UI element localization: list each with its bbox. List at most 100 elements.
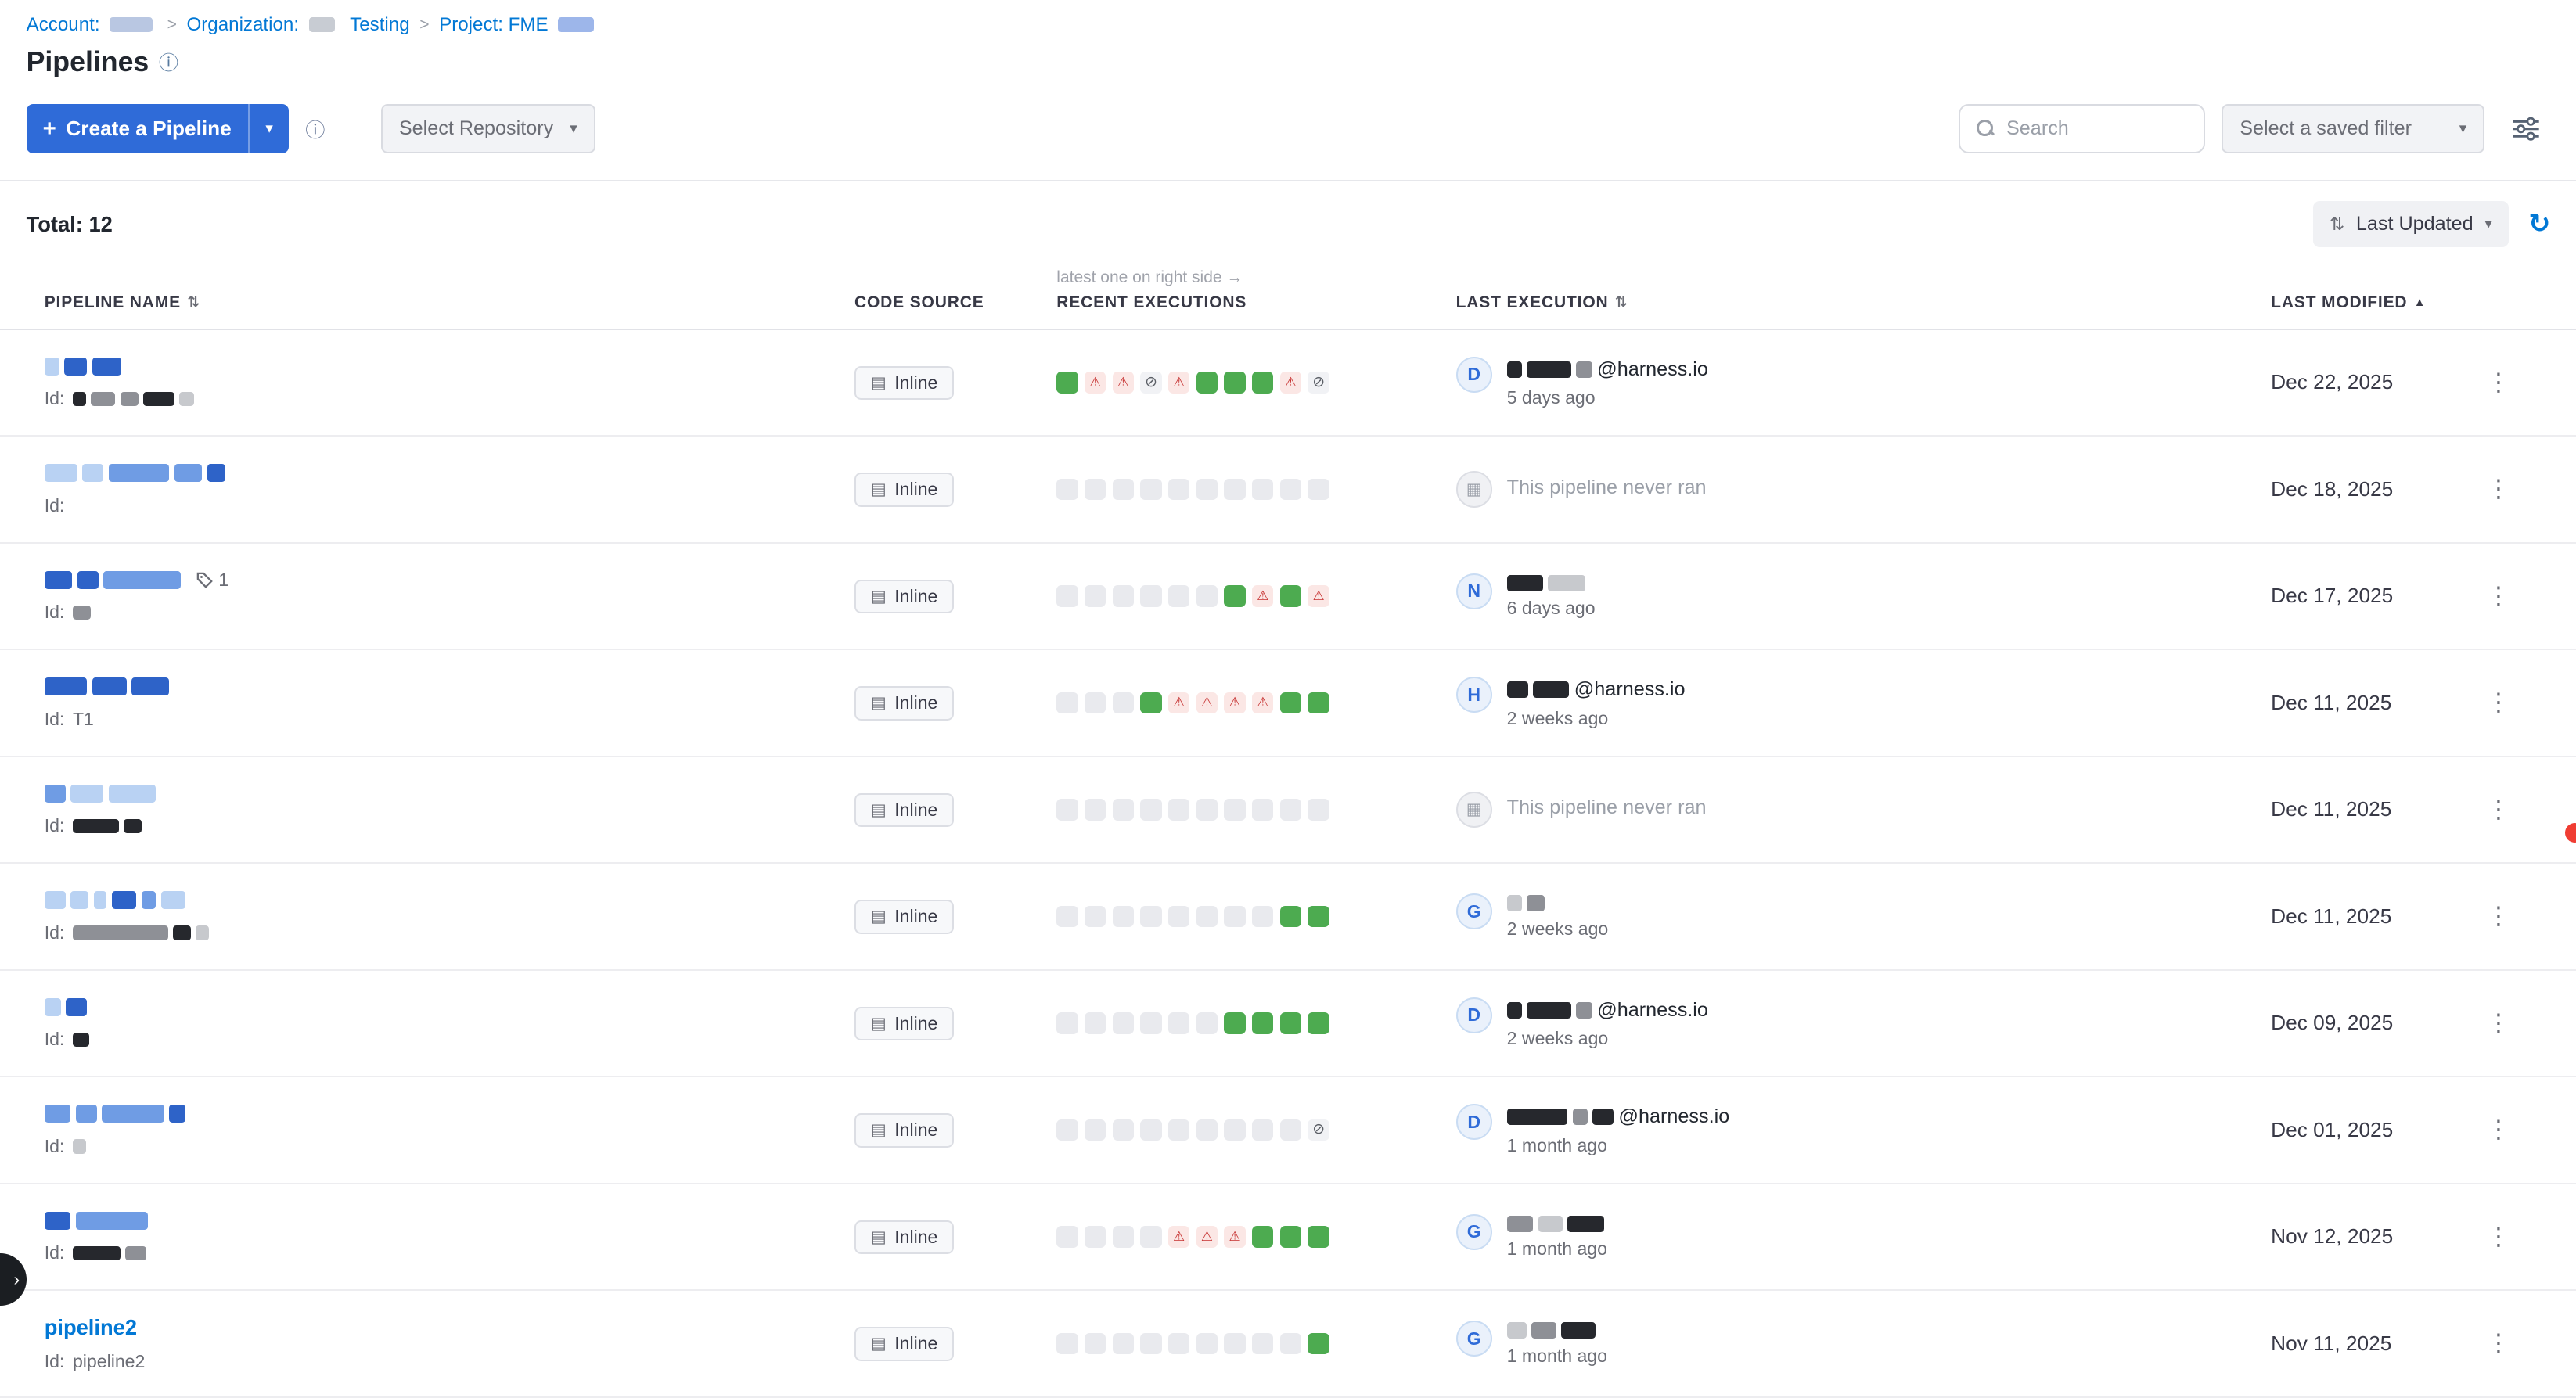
pipeline-name[interactable]	[45, 355, 854, 376]
execution-success-icon[interactable]	[1140, 692, 1161, 713]
chevron-down-icon: ▾	[2459, 120, 2466, 138]
row-menu-icon[interactable]: ⋮	[2486, 688, 2510, 716]
pipeline-name[interactable]	[45, 676, 854, 697]
execution-empty-slot	[1252, 1333, 1273, 1354]
execution-failed-icon[interactable]: ⚠	[1085, 372, 1106, 393]
redacted-text	[1576, 361, 1592, 378]
sort-dropdown[interactable]: ⇅ Last Updated ▾	[2313, 201, 2509, 247]
row-menu-icon[interactable]: ⋮	[2486, 368, 2510, 396]
header-last-execution[interactable]: LAST EXECUTION ⇅	[1456, 293, 2272, 312]
page-info-icon[interactable]: ⓘ	[159, 48, 178, 76]
execution-failed-icon[interactable]: ⚠	[1224, 692, 1245, 713]
execution-failed-icon[interactable]: ⚠	[1196, 692, 1218, 713]
execution-empty-slot	[1196, 1012, 1218, 1033]
header-last-modified[interactable]: LAST MODIFIED ▲	[2271, 293, 2486, 312]
row-menu-icon[interactable]: ⋮	[2486, 1222, 2510, 1250]
execution-failed-icon[interactable]: ⚠	[1280, 372, 1301, 393]
sort-asc-icon[interactable]: ▲	[2414, 296, 2426, 309]
breadcrumb-link[interactable]: Account:	[27, 13, 100, 36]
row-menu-icon[interactable]: ⋮	[2486, 901, 2510, 929]
sort-both-icon[interactable]: ⇅	[1615, 293, 1628, 311]
execution-success-icon[interactable]	[1224, 1012, 1245, 1033]
execution-success-icon[interactable]	[1280, 1226, 1301, 1247]
execution-success-icon[interactable]	[1308, 1333, 1329, 1354]
pipeline-name[interactable]: 1	[45, 569, 854, 590]
create-pipeline-button[interactable]: + Create a Pipeline	[27, 104, 248, 153]
inline-source-icon: ▤	[871, 587, 887, 606]
table-row[interactable]: Id:▤InlineD@harness.io2 weeks agoDec 09,…	[0, 971, 2576, 1078]
saved-filter-dropdown[interactable]: Select a saved filter ▾	[2222, 104, 2484, 153]
execution-empty-slot	[1113, 1012, 1134, 1033]
table-row[interactable]: pipeline2Id: pipeline2▤InlineG1 month ag…	[0, 1291, 2576, 1398]
execution-failed-icon[interactable]: ⚠	[1252, 692, 1273, 713]
table-row[interactable]: Id:▤InlineG2 weeks agoDec 11, 2025⋮	[0, 864, 2576, 971]
execution-success-icon[interactable]	[1308, 692, 1329, 713]
execution-failed-icon[interactable]: ⚠	[1196, 1226, 1218, 1247]
execution-success-icon[interactable]	[1280, 692, 1301, 713]
row-menu-icon[interactable]: ⋮	[2486, 1115, 2510, 1143]
table-row[interactable]: Id:▤Inline⊘D@harness.io1 month agoDec 01…	[0, 1077, 2576, 1184]
select-repository-dropdown[interactable]: Select Repository ▾	[381, 104, 595, 153]
execution-success-icon[interactable]	[1280, 585, 1301, 606]
execution-success-icon[interactable]	[1196, 372, 1218, 393]
table-row[interactable]: Id:▤Inline⚠⚠⚠G1 month agoNov 12, 2025⋮	[0, 1184, 2576, 1292]
sort-both-icon[interactable]: ⇅	[187, 293, 200, 311]
breadcrumb-link[interactable]: Project: FME	[439, 13, 549, 36]
execution-success-icon[interactable]	[1280, 906, 1301, 927]
table-row[interactable]: Id:▤Inline⚠⚠⊘⚠⚠⊘D@harness.io5 days agoDe…	[0, 330, 2576, 437]
execution-aborted-icon[interactable]: ⊘	[1140, 372, 1161, 393]
redacted-text	[73, 392, 86, 407]
execution-success-icon[interactable]	[1056, 372, 1078, 393]
execution-failed-icon[interactable]: ⚠	[1168, 692, 1189, 713]
table-row[interactable]: Id:▤Inline▦This pipeline never ranDec 11…	[0, 757, 2576, 864]
pipeline-name[interactable]	[45, 1103, 854, 1124]
execution-failed-icon[interactable]: ⚠	[1168, 372, 1189, 393]
row-menu-icon[interactable]: ⋮	[2486, 474, 2510, 502]
execution-failed-icon[interactable]: ⚠	[1168, 1226, 1189, 1247]
pipeline-name[interactable]: pipeline2	[45, 1315, 854, 1340]
execution-success-icon[interactable]	[1252, 1012, 1273, 1033]
row-menu-icon[interactable]: ⋮	[2486, 581, 2510, 609]
header-pipeline-name[interactable]: PIPELINE NAME ⇅	[45, 293, 854, 312]
breadcrumb-separator-icon: >	[419, 13, 429, 36]
create-pipeline-caret-button[interactable]: ▾	[250, 104, 289, 153]
row-menu-icon[interactable]: ⋮	[2486, 1008, 2510, 1037]
execution-empty-slot	[1168, 1333, 1189, 1354]
execution-success-icon[interactable]	[1280, 1012, 1301, 1033]
execution-success-icon[interactable]	[1252, 372, 1273, 393]
execution-success-icon[interactable]	[1308, 1012, 1329, 1033]
row-menu-icon[interactable]: ⋮	[2486, 795, 2510, 823]
execution-failed-icon[interactable]: ⚠	[1252, 585, 1273, 606]
pipeline-name-link[interactable]: pipeline2	[45, 1315, 137, 1340]
execution-aborted-icon[interactable]: ⊘	[1308, 1119, 1329, 1141]
breadcrumb-link[interactable]: Testing	[350, 13, 410, 36]
pipeline-name-cell: Id:	[45, 889, 854, 943]
execution-failed-icon[interactable]: ⚠	[1113, 372, 1134, 393]
execution-failed-icon[interactable]: ⚠	[1308, 585, 1329, 606]
table-row[interactable]: Id: T1▤Inline⚠⚠⚠⚠H@harness.io2 weeks ago…	[0, 650, 2576, 757]
search-input[interactable]	[2006, 117, 2187, 140]
row-menu-icon[interactable]: ⋮	[2486, 1328, 2510, 1357]
execution-success-icon[interactable]	[1308, 1226, 1329, 1247]
execution-empty-slot	[1224, 479, 1245, 500]
execution-success-icon[interactable]	[1224, 585, 1245, 606]
table-row[interactable]: 1Id:▤Inline⚠⚠N6 days agoDec 17, 2025⋮	[0, 544, 2576, 651]
execution-empty-slot	[1168, 1119, 1189, 1141]
execution-success-icon[interactable]	[1252, 1226, 1273, 1247]
execution-success-icon[interactable]	[1308, 906, 1329, 927]
refresh-icon[interactable]: ↻	[2528, 211, 2550, 238]
pipeline-name[interactable]	[45, 462, 854, 483]
execution-aborted-icon[interactable]: ⊘	[1308, 372, 1329, 393]
redacted-text	[558, 17, 594, 32]
table-row[interactable]: Id:▤Inline▦This pipeline never ranDec 18…	[0, 437, 2576, 544]
pipeline-name[interactable]	[45, 996, 854, 1017]
create-pipeline-info-icon[interactable]: ⓘ	[305, 115, 325, 143]
filter-settings-icon[interactable]	[2501, 104, 2550, 153]
breadcrumb-link[interactable]: Organization:	[186, 13, 299, 36]
execution-success-icon[interactable]	[1224, 372, 1245, 393]
execution-empty-slot	[1280, 1119, 1301, 1141]
pipeline-name[interactable]	[45, 782, 854, 803]
pipeline-name[interactable]	[45, 889, 854, 911]
execution-failed-icon[interactable]: ⚠	[1224, 1226, 1245, 1247]
pipeline-name[interactable]	[45, 1209, 854, 1231]
